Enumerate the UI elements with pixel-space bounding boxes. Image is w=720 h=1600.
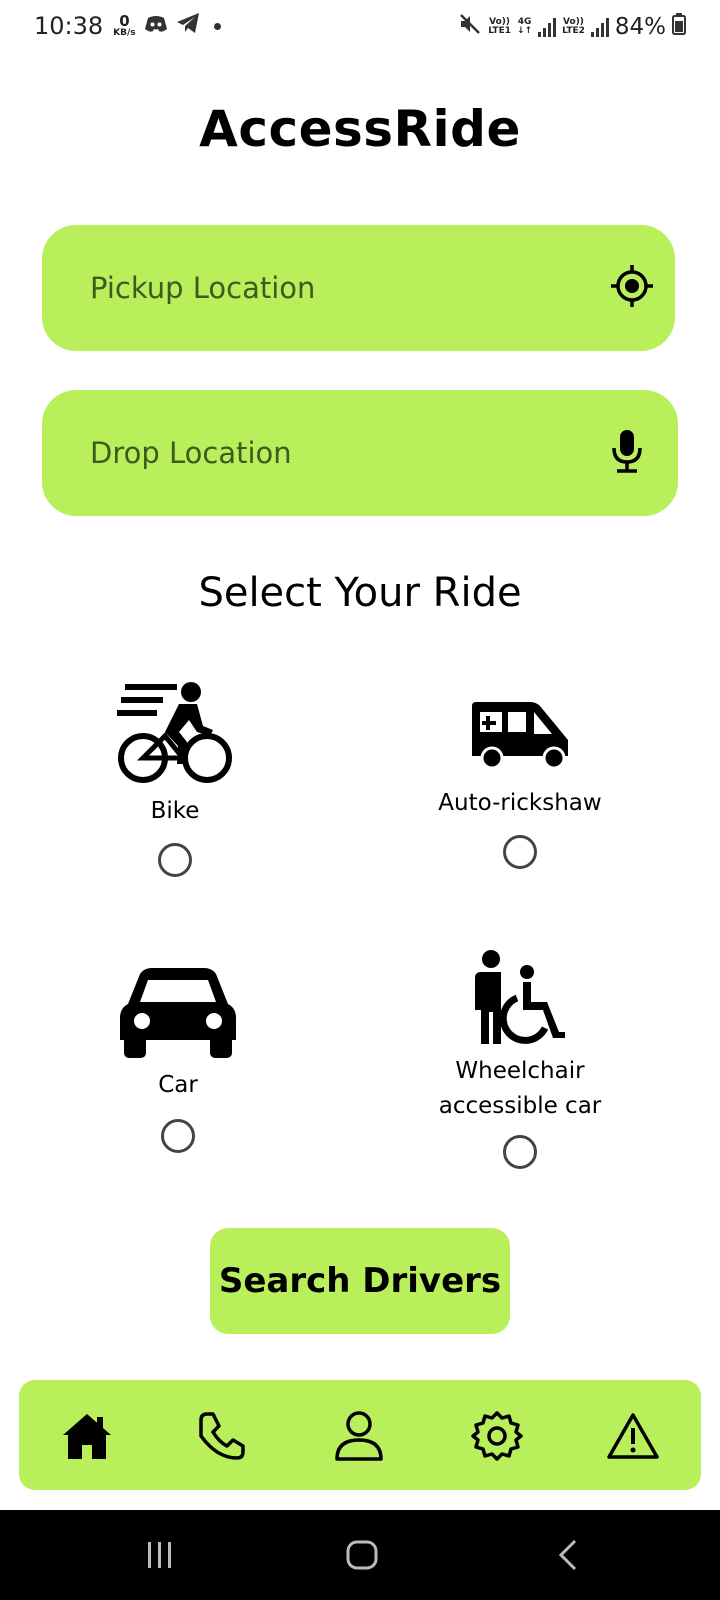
data-arrows-icon: ↓↑ xyxy=(516,26,533,36)
status-time: 10:38 xyxy=(34,12,104,40)
ride-option-bike[interactable]: Bike xyxy=(100,680,250,877)
bike-icon xyxy=(117,680,233,788)
signal-icon xyxy=(538,17,557,37)
telegram-icon xyxy=(176,12,200,40)
status-bar: 10:38 0 KB/s Vo)) LTE1 4G ↓↑ Vo)) LTE2 8… xyxy=(0,0,720,56)
auto-rickshaw-icon xyxy=(468,700,572,776)
pickup-location-field[interactable]: Pickup Location xyxy=(42,225,675,351)
network-type: 4G ↓↑ xyxy=(516,17,533,37)
mute-icon xyxy=(458,12,482,42)
discord-icon xyxy=(144,12,168,40)
data-speed: 0 KB/s xyxy=(113,14,135,38)
status-left: 10:38 0 KB/s xyxy=(34,12,221,40)
ride-label-car: Car xyxy=(158,1072,198,1098)
sim1-indicator: Vo)) LTE1 xyxy=(488,17,511,37)
radio-auto-rickshaw[interactable] xyxy=(503,834,537,869)
bottom-nav xyxy=(19,1380,701,1490)
notification-dot-icon xyxy=(213,22,221,30)
status-right: Vo)) LTE1 4G ↓↑ Vo)) LTE2 84% xyxy=(458,12,686,42)
radio-bike[interactable] xyxy=(158,842,192,877)
back-icon[interactable] xyxy=(548,1535,588,1575)
ride-label-bike: Bike xyxy=(150,798,200,824)
recent-apps-icon[interactable] xyxy=(140,1535,180,1575)
home-button-icon[interactable] xyxy=(342,1535,382,1575)
ride-option-auto-rickshaw[interactable]: Auto-rickshaw xyxy=(410,700,630,869)
ride-label-wheelchair-line2: accessible car xyxy=(438,1092,602,1119)
car-icon xyxy=(118,966,238,1064)
battery-percent: 84% xyxy=(614,14,666,40)
settings-icon[interactable] xyxy=(471,1410,523,1462)
data-speed-unit: KB/s xyxy=(113,28,136,38)
drop-location-placeholder: Drop Location xyxy=(90,436,292,470)
home-icon[interactable] xyxy=(61,1410,113,1462)
alert-icon[interactable] xyxy=(607,1410,659,1462)
app-title: AccessRide xyxy=(199,100,521,158)
radio-wheelchair[interactable] xyxy=(503,1135,537,1169)
sim2-lte: LTE2 xyxy=(562,26,585,36)
sim2-indicator: Vo)) LTE2 xyxy=(562,17,585,37)
microphone-icon[interactable] xyxy=(610,428,644,478)
wheelchair-icon xyxy=(473,950,567,1050)
battery-icon xyxy=(672,13,686,41)
profile-icon[interactable] xyxy=(333,1410,385,1462)
data-speed-value: 0 xyxy=(119,12,130,30)
current-location-icon[interactable] xyxy=(609,263,655,313)
ride-label-wheelchair-line1: Wheelchair xyxy=(455,1058,585,1084)
pickup-location-placeholder: Pickup Location xyxy=(90,271,316,305)
ride-option-car[interactable]: Car xyxy=(100,966,256,1153)
drop-location-field[interactable]: Drop Location xyxy=(42,390,678,516)
ride-label-auto-rickshaw: Auto-rickshaw xyxy=(438,790,602,816)
ride-option-wheelchair[interactable]: Wheelchair accessible car xyxy=(420,950,620,1169)
search-drivers-button[interactable]: Search Drivers xyxy=(210,1228,510,1334)
radio-car[interactable] xyxy=(161,1118,195,1153)
phone-icon[interactable] xyxy=(195,1410,247,1462)
signal-icon-2 xyxy=(590,17,609,37)
system-nav-bar xyxy=(0,1510,720,1600)
select-ride-heading: Select Your Ride xyxy=(198,570,522,616)
sim1-lte: LTE1 xyxy=(488,26,511,36)
